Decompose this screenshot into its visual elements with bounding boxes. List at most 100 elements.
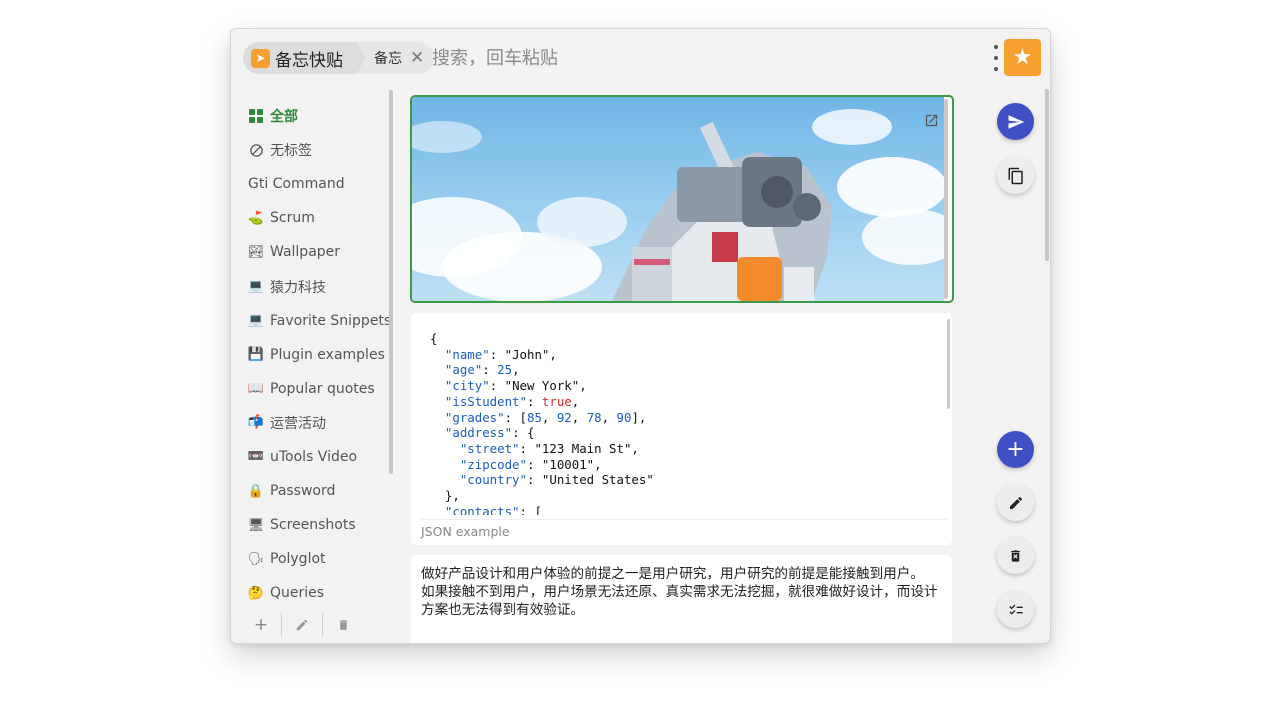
sidebar-item-label: Gti Command <box>248 176 345 193</box>
sub-tab-label: 备忘 <box>374 51 402 67</box>
no-tag-icon <box>248 142 264 158</box>
code-line: "isStudent": true, <box>444 393 580 409</box>
sidebar-item-label: Password <box>270 483 336 500</box>
sidebar-item[interactable]: 💻 Favorite Snippets <box>241 304 391 338</box>
close-icon[interactable]: ✕ <box>410 48 424 68</box>
video-icon: 📼 <box>247 449 265 465</box>
sidebar-item-label: Polyglot <box>270 551 326 568</box>
app-breadcrumb[interactable]: ➤ 备忘快贴 <box>243 42 365 74</box>
monitor-icon: 🖥 <box>247 517 265 533</box>
sidebar-item[interactable]: 💾 Plugin examples <box>241 338 391 372</box>
snippet-paragraph: 如果接触不到用户，用户场景无法还原、真实需求无法挖掘，就很难做好设计，而设计方案… <box>421 584 938 618</box>
code-line: "zipcode": "10001", <box>459 456 602 472</box>
code-scrollbar[interactable] <box>947 319 950 409</box>
sidebar-item[interactable]: 📖 Popular quotes <box>241 372 391 406</box>
delete-button[interactable] <box>997 537 1034 574</box>
send-button[interactable] <box>997 103 1034 140</box>
speaking-icon: 🗣 <box>247 551 265 567</box>
more-options-icon[interactable] <box>992 45 1000 71</box>
sidebar: 全部无标签 Gti Command ⛳ Scrum 🏞 Wallpaper 💻 猿力科技 💻 Fa… <box>231 87 399 643</box>
sidebar-item-label: 猿力科技 <box>270 279 326 296</box>
sidebar-item-label: Screenshots <box>270 517 356 534</box>
landscape-icon: 🏞 <box>247 244 265 260</box>
code-line: "address": { <box>444 425 535 441</box>
sidebar-item[interactable]: 全部 <box>241 99 391 133</box>
sidebar-scrollbar[interactable] <box>389 90 393 474</box>
lock-icon: 🔒 <box>247 483 265 499</box>
json-snippet-card[interactable]: { "name": "John", "age": 25, "city": "Ne… <box>411 313 952 545</box>
app-window: ➤ 备忘快贴 备忘 ✕ ★ 全部无标签 Gti Command ⛳ Scrum 🏞 Wal… <box>230 28 1051 644</box>
main-scrollbar[interactable] <box>1045 89 1049 261</box>
sidebar-item[interactable]: 💻 猿力科技 <box>241 269 391 303</box>
snippet-paragraph: 做好产品设计和用户体验的前提之一是用户研究，用户研究的前提是能接触到用户。 <box>421 566 924 582</box>
mailbox-icon: 📬 <box>247 415 265 431</box>
sidebar-item[interactable]: 🤔 Queries <box>241 576 391 610</box>
grid-icon <box>248 108 264 124</box>
sidebar-item-label: Scrum <box>270 210 315 227</box>
thinking-icon: 🤔 <box>247 585 265 601</box>
image-scrollbar <box>944 99 948 299</box>
code-line: }, <box>430 488 460 504</box>
code-line: "age": 25, <box>444 362 520 378</box>
sidebar-item[interactable]: 🔒 Password <box>241 474 391 508</box>
book-icon: 📖 <box>247 381 265 397</box>
code-line: "city": "New York", <box>444 378 587 394</box>
checklist-icon <box>1008 604 1023 615</box>
gundam-image <box>412 97 944 301</box>
sidebar-item-label: 运营活动 <box>270 415 326 432</box>
sidebar-item-label: Wallpaper <box>270 244 341 261</box>
sidebar-item[interactable]: 📼 uTools Video <box>241 440 391 474</box>
add-snippet-button[interactable]: + <box>997 431 1034 468</box>
sidebar-item[interactable]: ⛳ Scrum <box>241 201 391 235</box>
delete-tag-icon[interactable] <box>323 613 363 637</box>
trash-icon <box>1011 549 1020 562</box>
computer-icon: 💻 <box>247 313 265 329</box>
sidebar-item-label: 无标签 <box>270 143 312 160</box>
sub-tab[interactable]: 备忘 ✕ <box>357 42 435 74</box>
plus-icon: + <box>1006 436 1025 462</box>
sidebar-item[interactable]: 无标签 <box>241 133 391 167</box>
text-snippet-card[interactable]: 做好产品设计和用户体验的前提之一是用户研究，用户研究的前提是能接触到用户。 如果… <box>411 555 952 643</box>
code-line: "street": "123 Main St", <box>459 440 639 456</box>
pencil-icon <box>1009 496 1022 509</box>
copy-icon <box>1008 167 1023 184</box>
sidebar-item-label: Favorite Snippets <box>270 312 392 329</box>
tag-list: 全部无标签 Gti Command ⛳ Scrum 🏞 Wallpaper 💻 猿力科技 💻 Fa… <box>241 99 391 610</box>
open-external-icon[interactable] <box>922 111 940 129</box>
sidebar-item-label: uTools Video <box>270 448 358 465</box>
snippet-caption: JSON example <box>421 519 947 539</box>
sidebar-item[interactable]: Gti Command <box>241 167 391 201</box>
code-line: "name": "John", <box>444 346 557 362</box>
sidebar-item[interactable]: 🗣 Polyglot <box>241 542 391 576</box>
top-bar: ➤ 备忘快贴 备忘 ✕ ★ <box>231 29 1050 87</box>
breadcrumb: ➤ 备忘快贴 备忘 ✕ <box>243 42 435 74</box>
search-input[interactable] <box>432 43 972 73</box>
edit-button[interactable] <box>997 484 1034 521</box>
snippet-list: { "name": "John", "age": 25, "city": "Ne… <box>410 95 954 643</box>
golf-icon: ⛳ <box>247 210 265 226</box>
sidebar-item[interactable]: 🖥 Screenshots <box>241 508 391 542</box>
sidebar-item-label: 全部 <box>270 109 298 126</box>
copy-button[interactable] <box>997 157 1034 194</box>
add-tag-icon[interactable]: + <box>241 613 281 637</box>
edit-tag-icon[interactable] <box>282 613 322 637</box>
sidebar-item-label: Plugin examples <box>270 346 385 363</box>
code-line: "grades": [85, 92, 78, 90], <box>444 409 647 425</box>
sidebar-item-label: Popular quotes <box>270 380 375 397</box>
sidebar-item[interactable]: 📬 运营活动 <box>241 406 391 440</box>
code-line: { <box>430 331 438 346</box>
code-line: "country": "United States" <box>459 472 654 488</box>
sidebar-item[interactable]: 🏞 Wallpaper <box>241 235 391 269</box>
computer-icon: 💻 <box>247 279 265 295</box>
send-icon <box>1008 114 1024 129</box>
select-multiple-button[interactable] <box>997 591 1034 628</box>
image-snippet-card[interactable] <box>410 95 954 303</box>
app-name: 备忘快贴 <box>275 50 343 71</box>
sidebar-item-label: Queries <box>270 585 325 602</box>
sidebar-actions: + <box>241 613 363 637</box>
json-code-block: { "name": "John", "age": 25, "city": "Ne… <box>430 331 930 515</box>
utools-logo-icon[interactable]: ★ <box>1004 39 1041 76</box>
floppy-icon: 💾 <box>247 347 265 363</box>
code-line: "contacts": [ <box>444 503 542 515</box>
app-logo-icon: ➤ <box>251 48 270 68</box>
